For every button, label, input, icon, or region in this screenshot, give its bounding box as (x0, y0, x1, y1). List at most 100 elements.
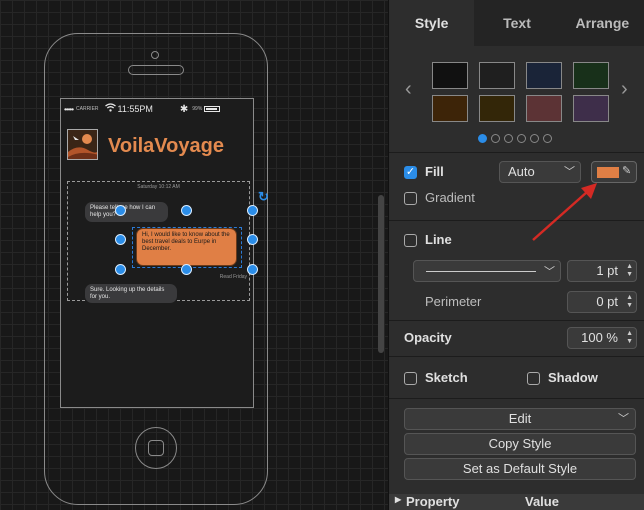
gradient-checkbox[interactable] (404, 192, 417, 205)
battery-percent: 99% (192, 106, 203, 112)
format-panel: Style Text Arrange ‹ › ✓ Fill Auto ﹀ ✎ G… (388, 0, 644, 510)
home-button-square (148, 440, 164, 456)
style-swatch[interactable] (573, 62, 609, 89)
style-swatch[interactable] (479, 62, 515, 89)
fill-mode-value: Auto (508, 164, 535, 179)
page-dot[interactable] (491, 134, 500, 143)
page-dot[interactable] (478, 134, 487, 143)
selected-shape-outline (132, 227, 242, 268)
style-swatch[interactable] (526, 95, 562, 122)
status-time: 11:55PM (117, 104, 153, 114)
gradient-label: Gradient (425, 190, 475, 205)
stepper-arrows-icon[interactable]: ▲ ▼ (626, 263, 633, 279)
chevron-down-icon: ﹀ (564, 166, 575, 178)
perimeter-stepper[interactable]: 0 pt ▲ ▼ (567, 291, 637, 313)
perimeter-value: 0 pt (596, 294, 618, 309)
resize-handle-w[interactable] (115, 234, 126, 245)
chat-group-selection[interactable]: Saturday 10:12 AM Please tell me how I c… (67, 181, 250, 303)
resize-handle-sw[interactable] (115, 264, 126, 275)
bluetooth-icon: ✱ (179, 103, 189, 115)
resize-handle-nw[interactable] (115, 205, 126, 216)
signal-dots: ••••• (64, 104, 74, 114)
rotate-handle-icon[interactable]: ↻ (258, 189, 269, 205)
sketch-checkbox[interactable] (404, 372, 417, 385)
stepper-arrows-icon[interactable]: ▲ ▼ (626, 294, 633, 310)
phone-status-bar: ••••• CARRIER 11:55PM ✱ 99% (64, 102, 250, 116)
drawing-canvas[interactable]: ••••• CARRIER 11:55PM ✱ 99% VoilaVoyage … (0, 0, 388, 510)
app-logo-image (67, 129, 98, 160)
opacity-stepper[interactable]: 100 % ▲ ▼ (567, 327, 637, 349)
page-dot[interactable] (517, 134, 526, 143)
fill-color-swatch (597, 167, 619, 178)
fill-label: Fill (425, 164, 444, 179)
tab-style[interactable]: Style (389, 0, 475, 46)
chevron-left-icon[interactable]: ‹ (405, 78, 412, 101)
line-style-preview (426, 271, 536, 272)
style-swatches: ‹ › (389, 46, 644, 150)
phone-screen[interactable]: ••••• CARRIER 11:55PM ✱ 99% VoilaVoyage … (60, 98, 254, 408)
annotation-arrow-icon (532, 183, 597, 241)
resize-handle-ne[interactable] (247, 205, 258, 216)
stepper-arrows-icon[interactable]: ▲ ▼ (626, 330, 633, 346)
chevron-down-icon: ﹀ (544, 266, 555, 278)
line-checkbox[interactable] (404, 234, 417, 247)
canvas-scrollbar[interactable] (378, 195, 384, 353)
opacity-value: 100 % (581, 330, 618, 345)
style-swatch[interactable] (573, 95, 609, 122)
carrier-label: CARRIER (76, 106, 99, 112)
page-dot[interactable] (543, 134, 552, 143)
copy-style-button[interactable]: Copy Style (404, 433, 636, 455)
phone-home-button (135, 427, 177, 469)
phone-camera (151, 51, 159, 59)
eyedropper-icon: ✎ (622, 165, 632, 177)
shadow-checkbox[interactable] (527, 372, 540, 385)
line-width-value: 1 pt (596, 263, 618, 278)
iphone-mockup[interactable]: ••••• CARRIER 11:55PM ✱ 99% VoilaVoyage … (44, 33, 268, 505)
resize-handle-e[interactable] (247, 234, 258, 245)
line-style-select[interactable]: ﹀ (413, 260, 561, 282)
chevron-right-icon[interactable]: › (621, 78, 628, 101)
line-label: Line (425, 232, 452, 247)
chat-bubble-incoming[interactable]: Sure. Looking up the details for you. (85, 284, 177, 303)
sketch-label: Sketch (425, 370, 468, 385)
fill-checkbox[interactable]: ✓ (404, 166, 417, 179)
resize-handle-se[interactable] (247, 264, 258, 275)
chat-date: Saturday 10:12 AM (137, 184, 180, 190)
chat-bubble-incoming[interactable]: Please tell me how I can help you? (85, 202, 168, 222)
tab-text[interactable]: Text (474, 0, 560, 46)
set-default-style-button[interactable]: Set as Default Style (404, 458, 636, 480)
style-swatch[interactable] (432, 62, 468, 89)
style-swatch[interactable] (479, 95, 515, 122)
panel-tabs: Style Text Arrange (389, 0, 644, 46)
phone-speaker (128, 65, 184, 75)
page-dot[interactable] (530, 134, 539, 143)
style-swatch[interactable] (526, 62, 562, 89)
property-table-header[interactable]: ▶ Property Value (389, 494, 644, 510)
divider (389, 152, 644, 153)
read-receipt: Read Friday (219, 274, 247, 280)
chevron-down-icon: ﹀ (618, 413, 629, 425)
divider (389, 320, 644, 321)
tab-arrange[interactable]: Arrange (559, 0, 644, 46)
style-swatch[interactable] (432, 95, 468, 122)
line-width-stepper[interactable]: 1 pt ▲ ▼ (567, 260, 637, 282)
divider (389, 220, 644, 221)
divider (389, 398, 644, 399)
edit-button-label: Edit (508, 411, 532, 426)
perimeter-label: Perimeter (425, 294, 482, 309)
opacity-label: Opacity (404, 330, 452, 345)
edit-style-button[interactable]: Edit ﹀ (404, 408, 636, 430)
wifi-icon (104, 103, 116, 115)
app-title: VoilaVoyage (108, 135, 224, 157)
divider (389, 356, 644, 357)
shadow-label: Shadow (548, 370, 598, 385)
page-dot[interactable] (504, 134, 513, 143)
swatch-page-dots (478, 134, 552, 143)
app-root: ••••• CARRIER 11:55PM ✱ 99% VoilaVoyage … (0, 0, 644, 510)
resize-handle-n[interactable] (181, 205, 192, 216)
battery-icon (204, 106, 221, 112)
value-column-header: Value (525, 494, 559, 509)
property-column-header: Property (406, 494, 460, 509)
resize-handle-s[interactable] (181, 264, 192, 275)
expand-triangle-icon: ▶ (395, 495, 402, 504)
